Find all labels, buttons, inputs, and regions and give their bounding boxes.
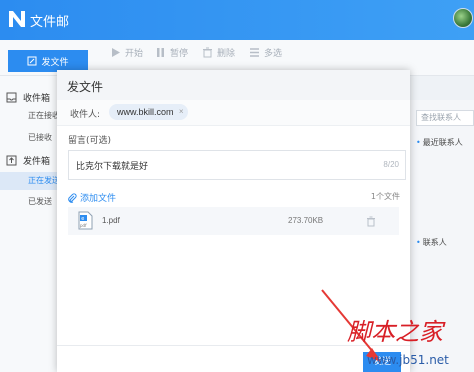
message-input[interactable]: 比克尔下载就是好 8/20 <box>68 150 406 180</box>
sidebar-item-receiving[interactable]: 正在接收 <box>0 107 60 125</box>
recipient-chip[interactable]: www.bkill.com × <box>109 104 188 120</box>
list-icon <box>250 48 259 57</box>
send-file-label: 发文件 <box>41 57 69 68</box>
sidebar-group-outbox[interactable]: 发件箱 <box>6 154 50 167</box>
send-file-dialog: 发文件 收件人: www.bkill.com × 留言(可选) 比克尔下载就是好… <box>57 70 410 372</box>
delete-label: 删除 <box>217 49 236 59</box>
add-file-label: 添加文件 <box>80 194 117 204</box>
message-char-count: 8/20 <box>383 160 399 169</box>
delete-icon <box>203 47 212 58</box>
recipient-row: 收件人: www.bkill.com × <box>57 100 410 126</box>
recipient-chip-text: www.bkill.com <box>117 107 174 117</box>
app-title: 文件邮 <box>30 15 70 30</box>
contact-search-input[interactable]: 查找联系人 <box>416 110 474 126</box>
sidebar-item-sent[interactable]: 已发送 <box>0 193 60 211</box>
inbox-icon <box>6 92 17 103</box>
message-label: 留言(可选) <box>68 136 112 146</box>
dialog-footer-divider <box>57 345 410 346</box>
multi-select-label: 多选 <box>264 49 283 59</box>
edit-icon <box>27 56 37 66</box>
contacts-heading[interactable]: • 联系人 <box>416 237 447 248</box>
trash-icon[interactable] <box>366 216 376 227</box>
paperclip-icon <box>68 192 77 203</box>
message-text: 比克尔下载就是好 <box>76 162 149 172</box>
recent-contacts-heading[interactable]: • 最近联系人 <box>416 137 463 148</box>
file-row[interactable]: e pdf 1.pdf 273.70KB <box>68 207 399 235</box>
recent-contacts-label: 最近联系人 <box>422 138 463 147</box>
file-size: 273.70KB <box>288 216 324 225</box>
file-name: 1.pdf <box>102 216 120 225</box>
start-label: 开始 <box>125 49 144 59</box>
send-button[interactable]: 发送 <box>363 352 401 372</box>
outbox-icon <box>6 155 17 166</box>
sidebar-group-inbox-label: 收件箱 <box>23 94 51 104</box>
pause-label: 暂停 <box>170 49 189 59</box>
delete-button[interactable]: 删除 <box>202 46 235 59</box>
start-button[interactable]: 开始 <box>110 46 143 59</box>
bullet-icon: • <box>416 238 421 247</box>
bullet-icon: • <box>416 138 421 147</box>
avatar[interactable] <box>453 8 473 28</box>
title-bar: 文件邮 <box>0 0 474 40</box>
app-logo-icon <box>9 11 25 27</box>
sidebar-item-received[interactable]: 已接收 <box>0 129 60 147</box>
sidebar-item-sending[interactable]: 正在发送 <box>0 172 60 190</box>
send-file-button[interactable]: 发文件 <box>8 50 88 72</box>
multi-select-button[interactable]: 多选 <box>249 46 282 59</box>
sidebar-group-outbox-label: 发件箱 <box>23 157 51 167</box>
pdf-file-icon: e pdf <box>78 211 93 230</box>
contacts-label: 联系人 <box>422 238 447 247</box>
file-count: 1个文件 <box>370 192 400 201</box>
pause-icon <box>157 48 164 57</box>
svg-text:e: e <box>81 216 84 222</box>
play-icon <box>112 48 120 57</box>
recipient-label: 收件人: <box>70 110 101 120</box>
svg-text:pdf: pdf <box>80 223 87 228</box>
pause-button[interactable]: 暂停 <box>155 46 188 59</box>
sidebar-group-inbox[interactable]: 收件箱 <box>6 91 50 104</box>
dialog-title: 发文件 <box>67 80 104 94</box>
add-file-link[interactable]: 添加文件 <box>67 191 116 204</box>
dialog-header: 发文件 <box>57 70 410 100</box>
chip-close-icon[interactable]: × <box>179 104 184 120</box>
